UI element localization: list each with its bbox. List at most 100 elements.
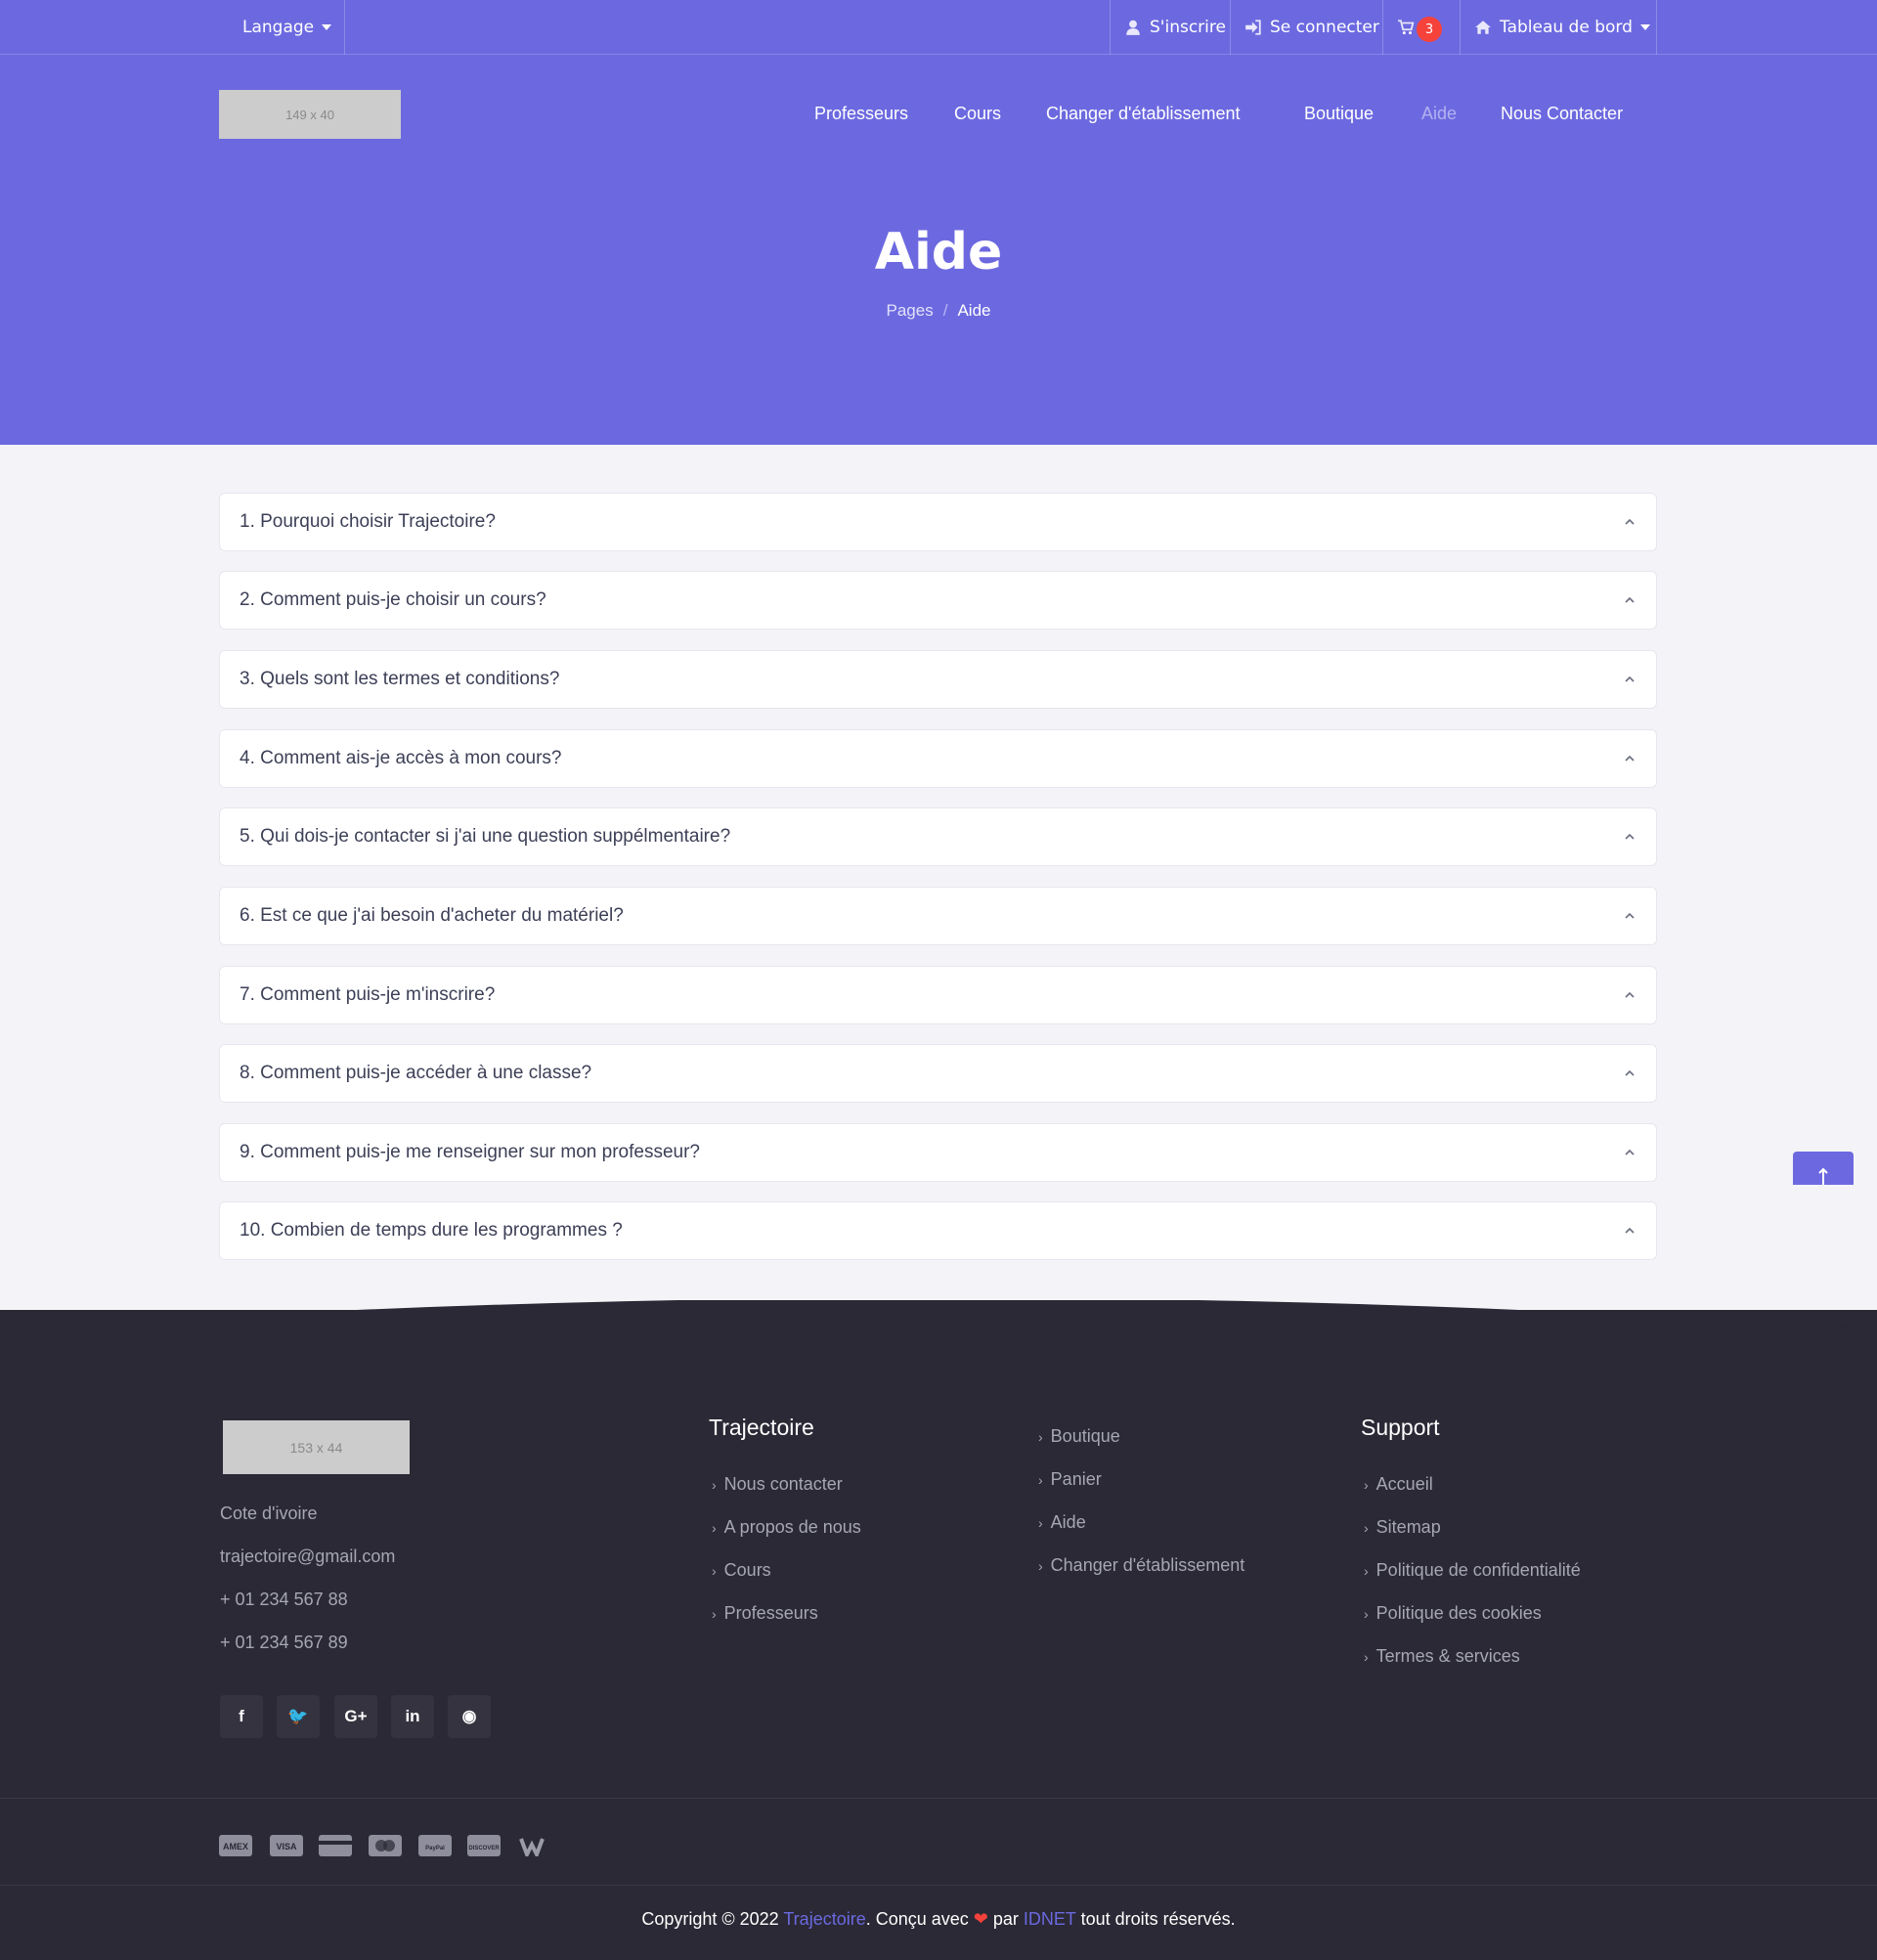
faq-item[interactable]: 4. Comment ais-je accès à mon cours? (219, 729, 1657, 788)
footer-address: Cote d'ivoire (220, 1503, 318, 1523)
back-to-top-button[interactable] (1793, 1152, 1854, 1185)
footer-trajectoire-link-label: A propos de nous (723, 1517, 861, 1537)
footer-curve (0, 1300, 1877, 1359)
chevron-up-icon[interactable] (1623, 1067, 1637, 1080)
footer-shop-link-label: Changer d'établissement (1050, 1555, 1245, 1575)
chevron-up-icon[interactable] (1623, 515, 1637, 529)
cart-count-badge: 3 (1417, 17, 1442, 42)
faq-item[interactable]: 7. Comment puis-je m'inscrire? (219, 966, 1657, 1024)
nav-boutique[interactable]: Boutique (1304, 98, 1374, 129)
nav-changer-etablissement[interactable]: Changer d'établissement (1046, 98, 1241, 129)
footer-phone-2[interactable]: + 01 234 567 89 (220, 1633, 348, 1653)
chevron-right-icon: › (1038, 1428, 1043, 1445)
chevron-up-icon[interactable] (1623, 830, 1637, 844)
chevron-right-icon: › (1038, 1471, 1043, 1488)
copyright-company-link[interactable]: IDNET (1024, 1909, 1076, 1929)
nav-aide[interactable]: Aide (1421, 98, 1457, 129)
faq-item[interactable]: 1. Pourquoi choisir Trajectoire? (219, 493, 1657, 551)
chevron-right-icon: › (712, 1562, 717, 1579)
footer-support-link[interactable]: › Politique de confidentialité (1364, 1560, 1581, 1581)
footer-support-link[interactable]: › Politique des cookies (1364, 1603, 1542, 1624)
faq-item[interactable]: 2. Comment puis-je choisir un cours? (219, 571, 1657, 630)
mastercard-icon (369, 1834, 402, 1857)
cart-button[interactable]: 3 (1383, 0, 1456, 55)
breadcrumb-pages[interactable]: Pages (887, 301, 934, 320)
chevron-up-icon[interactable] (1623, 673, 1637, 686)
footer-email[interactable]: trajectoire@gmail.com (220, 1546, 395, 1567)
chevron-right-icon: › (1364, 1562, 1369, 1579)
amex-icon: AMEX (219, 1834, 252, 1857)
discover-icon: DISCOVER (467, 1834, 501, 1857)
user-icon (1126, 20, 1140, 35)
footer-support-link-label: Politique des cookies (1375, 1603, 1542, 1623)
footer-trajectoire-link[interactable]: › Nous contacter (712, 1474, 843, 1495)
register-link[interactable]: S'inscrire (1111, 0, 1240, 55)
login-link[interactable]: Se connecter (1231, 0, 1393, 55)
footer-trajectoire-link-label: Nous contacter (723, 1474, 843, 1494)
footer-support-link[interactable]: › Accueil (1364, 1474, 1433, 1495)
nav-professeurs[interactable]: Professeurs (814, 98, 908, 129)
chevron-up-icon[interactable] (1623, 1146, 1637, 1159)
github-icon[interactable]: ◉ (448, 1695, 491, 1738)
footer-trajectoire-link[interactable]: › A propos de nous (712, 1517, 861, 1538)
heart-icon: ❤ (973, 1909, 988, 1929)
faq-question: 7. Comment puis-je m'inscrire? (240, 984, 496, 1005)
facebook-icon[interactable]: f (220, 1695, 263, 1738)
footer-phone-1[interactable]: + 01 234 567 88 (220, 1590, 348, 1610)
google-plus-icon[interactable]: G+ (334, 1695, 377, 1738)
faq-item[interactable]: 3. Quels sont les termes et conditions? (219, 650, 1657, 709)
linkedin-icon[interactable]: in (391, 1695, 434, 1738)
footer-support-link-label: Sitemap (1375, 1517, 1441, 1537)
dashboard-dropdown[interactable]: Tableau de bord (1461, 0, 1664, 55)
footer-trajectoire-link[interactable]: › Cours (712, 1560, 771, 1581)
footer-support-link[interactable]: › Sitemap (1364, 1517, 1441, 1538)
chevron-up-icon[interactable] (1623, 988, 1637, 1002)
chevron-up-icon[interactable] (1623, 1224, 1637, 1238)
home-icon (1475, 21, 1491, 34)
copyright: Copyright © 2022 Trajectoire. Conçu avec… (0, 1909, 1877, 1930)
chevron-right-icon: › (712, 1476, 717, 1493)
footer-support-link[interactable]: › Termes & services (1364, 1646, 1520, 1667)
breadcrumb-current: Aide (957, 301, 991, 320)
faq-item[interactable]: 8. Comment puis-je accéder à une classe? (219, 1044, 1657, 1103)
chevron-up-icon[interactable] (1623, 752, 1637, 765)
faq-question: 2. Comment puis-je choisir un cours? (240, 589, 546, 610)
page-title: Aide (874, 223, 1003, 282)
footer-shop-link[interactable]: › Aide (1038, 1512, 1086, 1533)
divider (1656, 0, 1657, 55)
divider (344, 0, 345, 55)
twitter-icon[interactable]: 🐦 (277, 1695, 320, 1738)
footer-shop-link[interactable]: › Changer d'établissement (1038, 1555, 1244, 1576)
site-logo[interactable]: 149 x 40 (219, 90, 401, 139)
card-icon (319, 1834, 352, 1857)
copyright-by: par (987, 1909, 1024, 1929)
footer-logo[interactable]: 153 x 44 (223, 1420, 410, 1474)
w-icon (519, 1834, 545, 1857)
nav-cours[interactable]: Cours (954, 98, 1001, 129)
faq-item[interactable]: 5. Qui dois-je contacter si j'ai une que… (219, 807, 1657, 866)
cart-icon (1398, 20, 1415, 35)
footer-shop-link[interactable]: › Boutique (1038, 1426, 1120, 1447)
faq-item[interactable]: 9. Comment puis-je me renseigner sur mon… (219, 1123, 1657, 1182)
top-bar: Langage S'inscrire Se connecter 3 Tablea… (0, 0, 1877, 55)
copyright-brand-link[interactable]: Trajectoire (783, 1909, 865, 1929)
breadcrumb-separator: / (942, 301, 948, 320)
divider (0, 1798, 1877, 1799)
caret-down-icon (1639, 24, 1650, 30)
footer-shop-link[interactable]: › Panier (1038, 1469, 1102, 1490)
faq-item[interactable]: 10. Combien de temps dure les programmes… (219, 1201, 1657, 1260)
footer-shop-link-label: Panier (1050, 1469, 1102, 1489)
breadcrumb: Pages / Aide (0, 301, 1877, 321)
nav-nous-contacter[interactable]: Nous Contacter (1501, 98, 1623, 129)
footer-support-link-label: Politique de confidentialité (1375, 1560, 1581, 1580)
chevron-up-icon[interactable] (1623, 593, 1637, 607)
faq-question: 3. Quels sont les termes et conditions? (240, 669, 560, 689)
chevron-right-icon: › (712, 1605, 717, 1622)
svg-text:PayPal: PayPal (425, 1846, 445, 1851)
arrow-up-icon (1818, 1167, 1828, 1185)
faq-item[interactable]: 6. Est ce que j'ai besoin d'acheter du m… (219, 887, 1657, 945)
language-dropdown[interactable]: Langage (229, 0, 345, 55)
dashboard-label: Tableau de bord (1500, 18, 1633, 37)
chevron-up-icon[interactable] (1623, 909, 1637, 923)
footer-trajectoire-link[interactable]: › Professeurs (712, 1603, 818, 1624)
